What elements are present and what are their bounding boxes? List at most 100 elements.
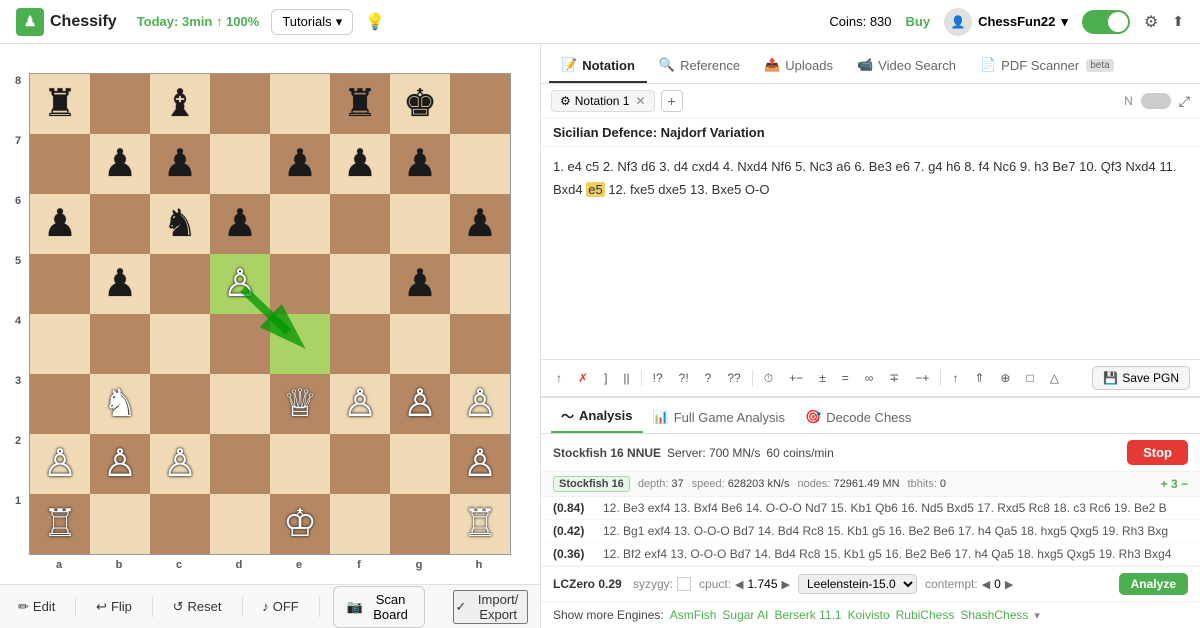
cell-b6[interactable] bbox=[90, 194, 150, 254]
cell-g2[interactable] bbox=[390, 434, 450, 494]
cell-g7[interactable]: ♟ bbox=[390, 134, 450, 194]
cell-a5[interactable] bbox=[30, 254, 90, 314]
piece-g7[interactable]: ♟ bbox=[403, 145, 437, 183]
cell-f4[interactable] bbox=[330, 314, 390, 374]
contempt-next-button[interactable]: ▶ bbox=[1005, 578, 1013, 591]
cell-b3[interactable]: ♞ bbox=[90, 374, 150, 434]
cell-f6[interactable] bbox=[330, 194, 390, 254]
piece-f8[interactable]: ♜ bbox=[343, 85, 377, 123]
cell-g8[interactable]: ♚ bbox=[390, 74, 450, 134]
cell-a7[interactable] bbox=[30, 134, 90, 194]
expand-lines-button[interactable]: + 3 − bbox=[1161, 477, 1188, 491]
cell-h8[interactable] bbox=[450, 74, 510, 134]
cell-g6[interactable] bbox=[390, 194, 450, 254]
mini-toggle[interactable] bbox=[1141, 93, 1171, 109]
piece-b2[interactable]: ♙ bbox=[103, 445, 137, 483]
tab-reference[interactable]: 🔍 Reference bbox=[647, 49, 752, 83]
piece-c2[interactable]: ♙ bbox=[163, 445, 197, 483]
cell-h6[interactable]: ♟ bbox=[450, 194, 510, 254]
ann-more2-button[interactable]: ⇑ bbox=[969, 368, 989, 388]
contempt-prev-button[interactable]: ◀ bbox=[982, 578, 990, 591]
cell-f2[interactable] bbox=[330, 434, 390, 494]
cpuct-next-button[interactable]: ▶ bbox=[782, 578, 790, 591]
cell-c1[interactable] bbox=[150, 494, 210, 554]
cell-b8[interactable] bbox=[90, 74, 150, 134]
ann-more3-button[interactable]: ⊕ bbox=[995, 368, 1015, 388]
piece-h6[interactable]: ♟ bbox=[463, 205, 497, 243]
cell-c3[interactable] bbox=[150, 374, 210, 434]
cell-d6[interactable]: ♟ bbox=[210, 194, 270, 254]
cell-h1[interactable]: ♖ bbox=[450, 494, 510, 554]
stop-button[interactable]: Stop bbox=[1127, 440, 1188, 465]
piece-g8[interactable]: ♚ bbox=[403, 85, 437, 123]
cell-g3[interactable]: ♙ bbox=[390, 374, 450, 434]
cell-b1[interactable] bbox=[90, 494, 150, 554]
ann-adv-black-button[interactable]: −+ bbox=[910, 368, 934, 388]
collapse-icon[interactable]: ⬆ bbox=[1172, 13, 1184, 30]
cell-h7[interactable] bbox=[450, 134, 510, 194]
piece-h2[interactable]: ♙ bbox=[463, 445, 497, 483]
analysis-tab-analysis[interactable]: 〜 Analysis bbox=[551, 400, 643, 433]
analysis-tab-full-game[interactable]: 📊 Full Game Analysis bbox=[643, 403, 795, 433]
cell-b7[interactable]: ♟ bbox=[90, 134, 150, 194]
syzygy-checkbox[interactable] bbox=[677, 577, 691, 591]
cell-g4[interactable] bbox=[390, 314, 450, 374]
cell-b4[interactable] bbox=[90, 314, 150, 374]
piece-a1[interactable]: ♖ bbox=[43, 505, 77, 543]
cell-h3[interactable]: ♙ bbox=[450, 374, 510, 434]
tab-notation[interactable]: 📝 Notation bbox=[549, 49, 647, 83]
cell-a3[interactable] bbox=[30, 374, 90, 434]
cell-c8[interactable]: ♝ bbox=[150, 74, 210, 134]
cell-b5[interactable]: ♟ bbox=[90, 254, 150, 314]
ann-more5-button[interactable]: △ bbox=[1045, 368, 1064, 388]
piece-g5[interactable]: ♟ bbox=[403, 265, 437, 303]
cell-d8[interactable] bbox=[210, 74, 270, 134]
cell-e1[interactable]: ♔ bbox=[270, 494, 330, 554]
settings-icon[interactable]: ⚙ bbox=[1144, 12, 1158, 32]
piece-a2[interactable]: ♙ bbox=[43, 445, 77, 483]
expand-icon[interactable]: ⤢ bbox=[1179, 93, 1190, 110]
cell-c2[interactable]: ♙ bbox=[150, 434, 210, 494]
ann-unclear-button[interactable]: ∞ bbox=[860, 368, 879, 388]
add-tab-button[interactable]: + bbox=[661, 90, 683, 112]
save-pgn-button[interactable]: 💾 Save PGN bbox=[1092, 366, 1190, 390]
cell-e3[interactable]: ♕ bbox=[270, 374, 330, 434]
tab-video-search[interactable]: 📹 Video Search bbox=[845, 49, 968, 83]
ann-dubious-button[interactable]: ?! bbox=[674, 368, 694, 388]
cell-f1[interactable] bbox=[330, 494, 390, 554]
cell-c7[interactable]: ♟ bbox=[150, 134, 210, 194]
sound-toggle-button[interactable]: ♪ OFF bbox=[256, 595, 305, 618]
chess-board[interactable]: ♜♝♜♚♟♟♟♟♟♟♞♟♟♟♙♟♞♕♙♙♙♙♙♙♙♖♔♖ bbox=[29, 73, 511, 555]
piece-a6[interactable]: ♟ bbox=[43, 205, 77, 243]
notation-tab-1[interactable]: ⚙ Notation 1 ✕ bbox=[551, 90, 655, 112]
cell-a4[interactable] bbox=[30, 314, 90, 374]
tab-uploads[interactable]: 📤 Uploads bbox=[752, 49, 845, 83]
cell-h5[interactable] bbox=[450, 254, 510, 314]
cell-a6[interactable]: ♟ bbox=[30, 194, 90, 254]
import-export-button[interactable]: ✓ Import/ Export bbox=[453, 590, 528, 624]
cell-g1[interactable] bbox=[390, 494, 450, 554]
ann-clock-button[interactable]: ⏱ bbox=[759, 368, 778, 389]
engine-rubichess[interactable]: RubiChess bbox=[896, 608, 955, 622]
piece-a8[interactable]: ♜ bbox=[43, 85, 77, 123]
cell-d7[interactable] bbox=[210, 134, 270, 194]
piece-c7[interactable]: ♟ bbox=[163, 145, 197, 183]
ann-slight-white-button[interactable]: ± bbox=[814, 368, 831, 388]
ann-more1-button[interactable]: ↑ bbox=[947, 368, 963, 388]
cell-f7[interactable]: ♟ bbox=[330, 134, 390, 194]
theme-toggle[interactable] bbox=[1082, 10, 1130, 34]
ann-slight-black-button[interactable]: ∓ bbox=[884, 368, 904, 388]
cell-c5[interactable] bbox=[150, 254, 210, 314]
cell-f3[interactable]: ♙ bbox=[330, 374, 390, 434]
cell-f5[interactable] bbox=[330, 254, 390, 314]
ann-mistake-button[interactable]: ? bbox=[700, 368, 717, 388]
cell-a8[interactable]: ♜ bbox=[30, 74, 90, 134]
cell-a2[interactable]: ♙ bbox=[30, 434, 90, 494]
piece-b3[interactable]: ♞ bbox=[103, 385, 137, 423]
cell-h2[interactable]: ♙ bbox=[450, 434, 510, 494]
scan-board-button[interactable]: 📷 Scan Board bbox=[333, 586, 425, 628]
cell-b2[interactable]: ♙ bbox=[90, 434, 150, 494]
engine-berserk[interactable]: Berserk 11.1 bbox=[774, 608, 841, 622]
close-icon[interactable]: ✕ bbox=[635, 94, 645, 108]
ann-interestingq-button[interactable]: !? bbox=[648, 368, 668, 388]
